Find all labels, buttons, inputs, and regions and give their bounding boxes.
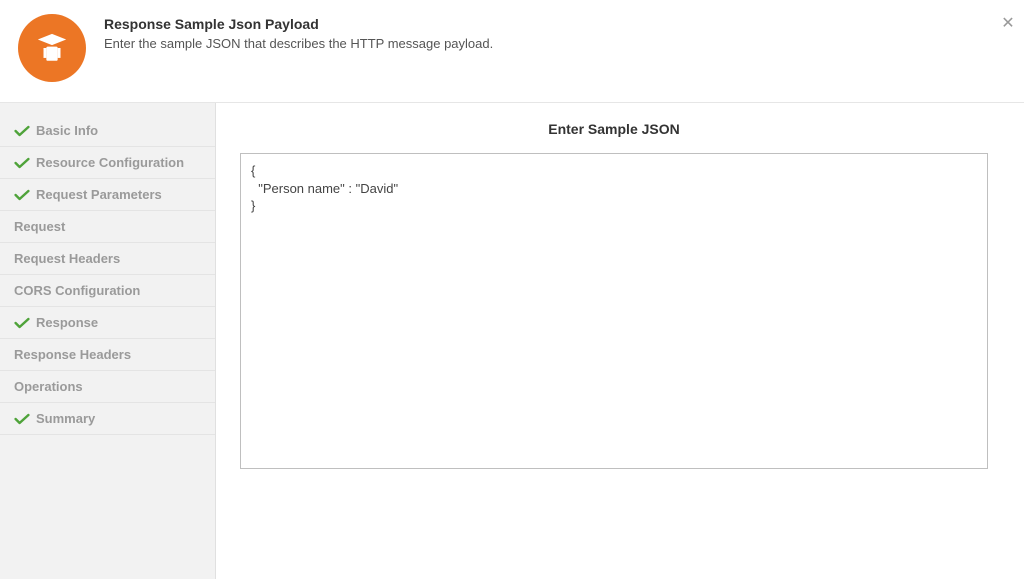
checkmark-icon: [14, 316, 30, 330]
checkmark-icon: [14, 412, 30, 426]
sidebar-item-label: Response: [36, 315, 98, 330]
sidebar-item-request-headers[interactable]: Request Headers: [0, 243, 215, 275]
sidebar-item-label: Response Headers: [14, 347, 131, 362]
sidebar: Basic Info Resource Configuration Reques…: [0, 103, 216, 579]
checkmark-icon: [14, 188, 30, 202]
sidebar-item-label: Summary: [36, 411, 95, 426]
sidebar-item-cors-configuration[interactable]: CORS Configuration: [0, 275, 215, 307]
checkmark-icon: [14, 156, 30, 170]
sidebar-item-operations[interactable]: Operations: [0, 371, 215, 403]
sidebar-item-summary[interactable]: Summary: [0, 403, 215, 435]
sidebar-item-label: Request Parameters: [36, 187, 162, 202]
close-icon[interactable]: ✕: [998, 14, 1018, 34]
sidebar-item-label: Request: [14, 219, 65, 234]
sidebar-item-response-headers[interactable]: Response Headers: [0, 339, 215, 371]
sidebar-item-resource-configuration[interactable]: Resource Configuration: [0, 147, 215, 179]
page-title: Response Sample Json Payload: [104, 16, 493, 32]
sidebar-item-request-parameters[interactable]: Request Parameters: [0, 179, 215, 211]
sidebar-item-label: Request Headers: [14, 251, 120, 266]
main-panel: Enter Sample JSON: [216, 103, 1024, 579]
sidebar-item-request[interactable]: Request: [0, 211, 215, 243]
sample-json-input[interactable]: [240, 153, 988, 469]
section-title: Enter Sample JSON: [240, 121, 988, 137]
sidebar-item-basic-info[interactable]: Basic Info: [0, 115, 215, 147]
sidebar-item-label: Resource Configuration: [36, 155, 184, 170]
sidebar-item-label: Operations: [14, 379, 83, 394]
checkmark-icon: [14, 124, 30, 138]
header-text: Response Sample Json Payload Enter the s…: [104, 14, 493, 51]
wizard-icon: [18, 14, 86, 82]
page-description: Enter the sample JSON that describes the…: [104, 36, 493, 51]
sidebar-item-response[interactable]: Response: [0, 307, 215, 339]
sidebar-item-label: Basic Info: [36, 123, 98, 138]
header: Response Sample Json Payload Enter the s…: [0, 0, 1024, 103]
sidebar-item-label: CORS Configuration: [14, 283, 140, 298]
